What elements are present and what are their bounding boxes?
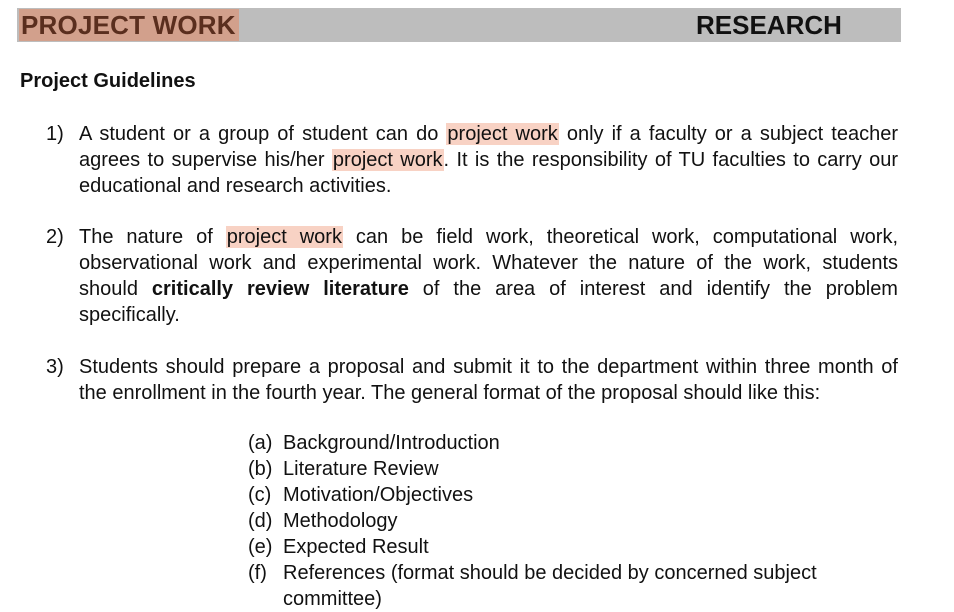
list-item: (d) Methodology — [248, 510, 398, 532]
item-number: 1) — [46, 123, 64, 145]
item-body: A student or a group of student can do p… — [79, 123, 899, 197]
section-title: Project Guidelines — [20, 70, 196, 92]
item-body: Students should prepare a proposal and s… — [79, 356, 898, 404]
search-highlight: project work — [331, 149, 444, 171]
guideline-item-3: 3) Students should prepare a proposal an… — [46, 354, 898, 406]
item-number: 3) — [46, 356, 64, 378]
item-number: 2) — [46, 226, 64, 248]
header-title-project-work: PROJECT WORK — [19, 9, 239, 41]
list-item: (f) References (format should be decided … — [248, 562, 817, 610]
list-item: (a) Background/Introduction — [248, 432, 500, 454]
guideline-item-2: 2) The nature of project work can be fie… — [46, 224, 898, 328]
proposal-format-list: (a) Background/Introduction (b) Literature… — [248, 430, 898, 612]
search-highlight: project work — [225, 226, 343, 248]
item-body: The nature of project work can be field … — [79, 226, 898, 326]
bold-phrase: critically review literature — [151, 278, 409, 300]
search-highlight: project work — [446, 123, 559, 145]
list-item: (c) Motivation/Objectives — [248, 484, 474, 506]
list-item: (b) Literature Review — [248, 458, 439, 480]
guideline-item-1: 1) A student or a group of student can d… — [46, 121, 898, 199]
list-item: (e) Expected Result — [248, 536, 429, 558]
header-title-research: RESEARCH — [696, 10, 842, 40]
